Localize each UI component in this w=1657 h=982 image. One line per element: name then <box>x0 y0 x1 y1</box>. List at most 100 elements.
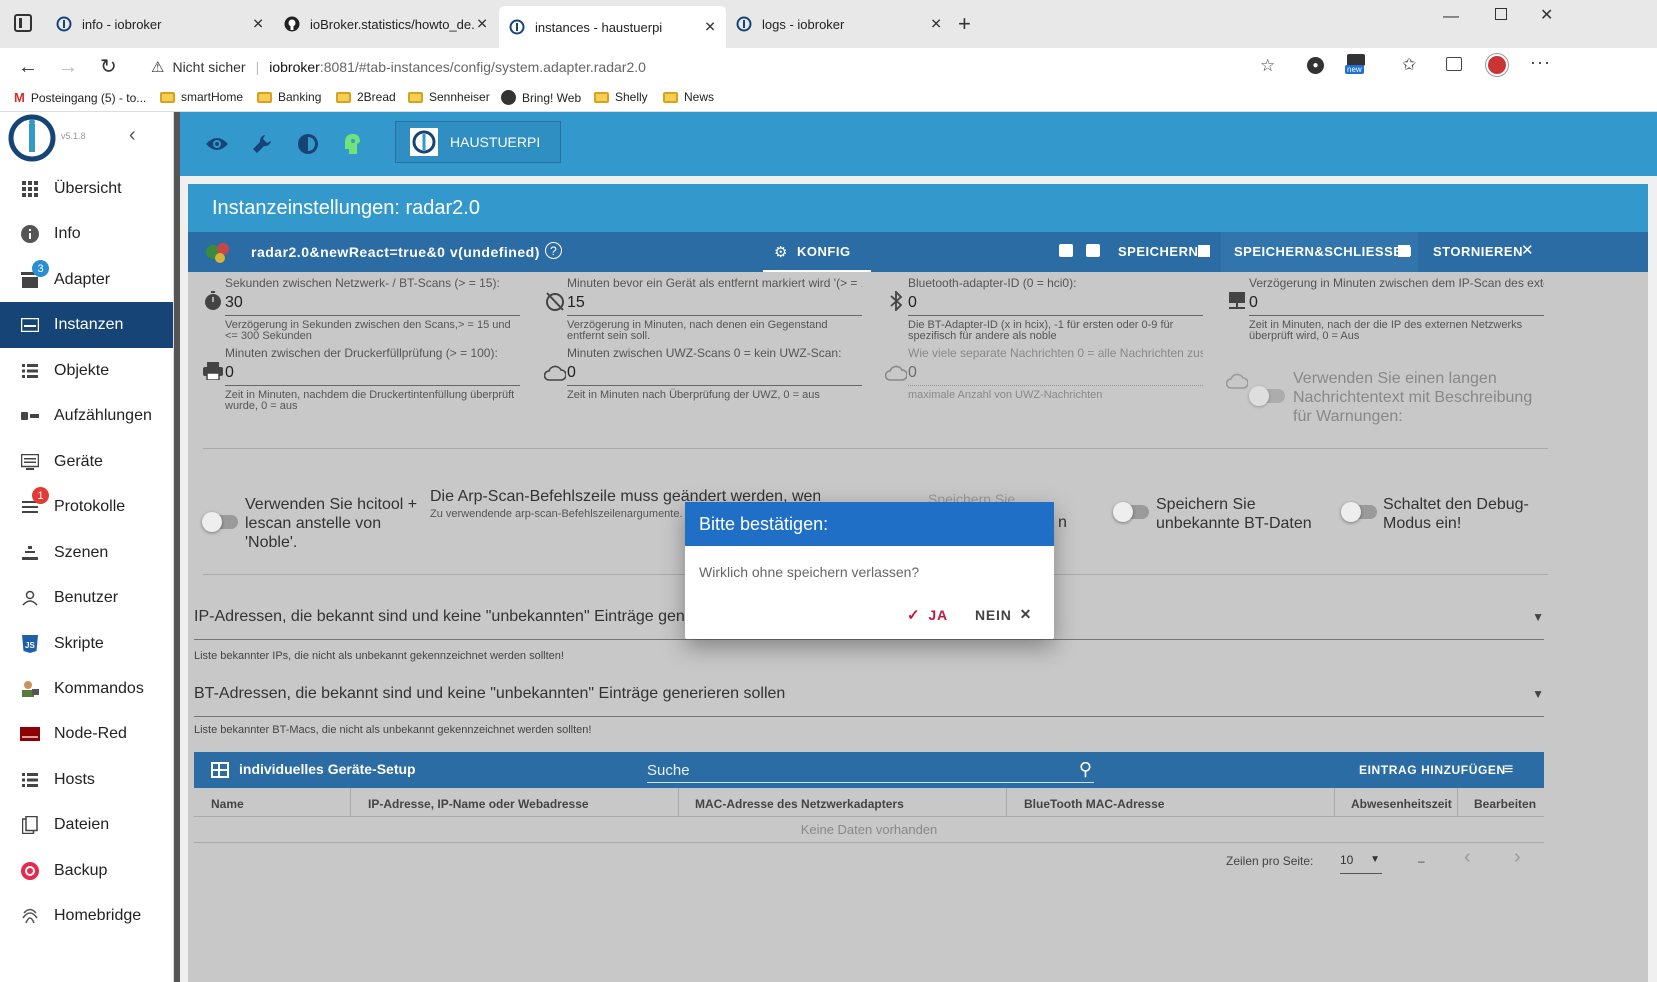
save-button[interactable]: SPEICHERN <box>1118 244 1198 259</box>
bookmark-sennheiser[interactable]: Sennheiser <box>408 90 490 104</box>
sidebar-item-commands[interactable]: Kommandos <box>0 665 173 713</box>
host-selector-button[interactable]: HAUSTUERPI <box>395 121 561 163</box>
sidebar-item-adapter[interactable]: 3 Adapter <box>0 256 173 304</box>
uwz-messages-field[interactable]: Wie viele separate Nachrichten 0 = alle … <box>908 346 1203 401</box>
export-icon[interactable] <box>1086 244 1100 257</box>
browser-tab-info[interactable]: info - iobroker ✕ <box>46 6 274 42</box>
cancel-button[interactable]: STORNIEREN <box>1433 244 1523 259</box>
sidebar-item-logs[interactable]: 1 Protokolle <box>0 483 173 531</box>
away-minutes-field[interactable]: Minuten bevor ein Gerät als entfernt mar… <box>567 276 862 342</box>
bookmark-bring[interactable]: Bring! Web <box>501 90 581 105</box>
url-field[interactable]: ⚠ Nicht sicher | iobroker:8081/#tab-inst… <box>137 52 1287 82</box>
sidebar-item-homebridge[interactable]: Homebridge <box>0 892 173 940</box>
confirm-no-button[interactable]: NEIN ✕ <box>975 606 1032 623</box>
new-tab-icon[interactable]: + <box>958 11 971 37</box>
hcitool-toggle[interactable] <box>202 512 238 532</box>
printer-interval-field[interactable]: Minuten zwischen der Druckerfüllprüfung … <box>225 346 520 412</box>
debug-label: Schaltet den Debug-Modus ein! <box>1383 496 1529 532</box>
sidebar-item-devices[interactable]: Geräte <box>0 438 173 486</box>
help-icon[interactable]: ? <box>545 242 562 259</box>
close-window-icon[interactable]: ✕ <box>1540 5 1553 25</box>
extension-new-icon[interactable]: new <box>1345 54 1367 76</box>
bookmark-2bread[interactable]: 2Bread <box>336 90 396 104</box>
playlist-add-icon: ≡ <box>1504 761 1514 778</box>
rows-per-page-label: Zeilen pro Seite: <box>1226 854 1314 868</box>
forward-icon[interactable]: → <box>58 56 78 79</box>
sidebar-item-backup[interactable]: Backup <box>0 847 173 895</box>
uwz-interval-field[interactable]: Minuten zwischen UWZ-Scans 0 = kein UWZ-… <box>567 346 862 401</box>
known-ip-hint: Liste bekannter IPs, die nicht als unbek… <box>194 650 564 662</box>
profile-avatar[interactable] <box>1486 54 1508 76</box>
confirm-yes-button[interactable]: ✓ JA <box>907 606 948 624</box>
favorite-add-icon[interactable]: ☆ <box>1260 56 1275 76</box>
import-icon[interactable] <box>1059 244 1073 257</box>
expert-mode-icon[interactable] <box>340 132 364 156</box>
bookmark-gmail[interactable]: M Posteingang (5) - to... <box>14 90 146 105</box>
cloud-icon-disabled <box>885 362 907 384</box>
tab-config[interactable]: KONFIG <box>797 244 851 259</box>
close-icon[interactable]: ✕ <box>1521 241 1534 259</box>
store-icon: 3 <box>20 260 49 290</box>
tab-actions-icon[interactable] <box>14 14 32 32</box>
tab-label: instances - haustuerpi <box>535 19 663 35</box>
sidebar-item-info[interactable]: Info <box>0 210 173 258</box>
maximize-icon[interactable] <box>1495 8 1507 20</box>
devices-icon <box>20 452 40 472</box>
tab-label: ioBroker.statistics/howto_de.md <box>310 16 475 32</box>
theme-icon[interactable] <box>296 132 320 156</box>
add-entry-button[interactable]: EINTRAG HINZUFÜGEN <box>1359 763 1506 777</box>
network-icon <box>1226 290 1248 312</box>
debug-toggle[interactable] <box>1341 502 1377 522</box>
more-icon[interactable]: ··· <box>1530 52 1551 73</box>
sidebar-item-users[interactable]: Benutzer <box>0 574 173 622</box>
sidebar-item-overview[interactable]: Übersicht <box>0 165 173 213</box>
collapse-sidebar-icon[interactable]: ‹ <box>129 124 136 147</box>
enum-icon <box>20 406 40 426</box>
folder-icon <box>336 91 351 103</box>
table-search-input[interactable]: Suche ⚲ <box>647 759 1094 783</box>
save-close-button[interactable]: SPEICHERN&SCHLIESSEN <box>1234 244 1412 259</box>
close-icon[interactable]: ✕ <box>252 16 264 33</box>
unknown-bt-toggle[interactable] <box>1113 502 1149 522</box>
external-ip-interval-field[interactable]: Verzögerung in Minuten zwischen dem IP-S… <box>1249 276 1544 342</box>
reload-icon[interactable]: ↻ <box>100 54 117 79</box>
favorites-icon[interactable]: ✩ <box>1402 55 1416 75</box>
wrench-icon[interactable] <box>250 132 274 156</box>
eye-icon[interactable] <box>205 132 229 156</box>
known-bt-list[interactable]: BT-Adressen, die bekannt sind und keine … <box>194 685 1544 717</box>
extension-icon[interactable]: ● <box>1307 57 1324 74</box>
long-text-toggle[interactable] <box>1249 386 1285 406</box>
table-empty-row: Keine Daten vorhanden <box>194 817 1544 843</box>
bookmark-smarthome[interactable]: smartHome <box>160 90 243 104</box>
bookmark-banking[interactable]: Banking <box>257 90 321 104</box>
instances-icon <box>20 315 40 335</box>
sidebar-item-enums[interactable]: Aufzählungen <box>0 392 173 440</box>
app-toolbar: HAUSTUERPI <box>180 112 1657 176</box>
cloud-icon <box>544 362 566 384</box>
sidebar-item-node-red[interactable]: Node-Red <box>0 710 173 758</box>
sidebar-item-instances[interactable]: Instanzen <box>0 302 173 348</box>
folder-icon <box>160 91 175 103</box>
info-icon <box>20 224 40 244</box>
sidebar-item-hosts[interactable]: Hosts <box>0 756 173 804</box>
back-icon[interactable]: ← <box>18 56 38 79</box>
bt-adapter-id-field[interactable]: Bluetooth-adapter-ID (0 = hci0): 0 Die B… <box>908 276 1203 342</box>
prev-page-icon[interactable]: ‹ <box>1464 846 1471 869</box>
sidebar-item-scripts[interactable]: JS Skripte <box>0 620 173 668</box>
browser-tab-instances[interactable]: instances - haustuerpi ✕ <box>499 6 726 48</box>
close-icon[interactable]: ✕ <box>930 16 942 33</box>
close-icon[interactable]: ✕ <box>704 19 716 36</box>
bookmark-news[interactable]: News <box>663 90 714 104</box>
sidebar-item-objects[interactable]: Objekte <box>0 347 173 395</box>
sidebar-item-scenes[interactable]: Szenen <box>0 529 173 577</box>
next-page-icon[interactable]: › <box>1514 846 1521 869</box>
bookmark-shelly[interactable]: Shelly <box>594 90 648 104</box>
minimize-icon[interactable]: — <box>1443 8 1459 26</box>
scan-interval-field[interactable]: Sekunden zwischen Netzwerk- / BT-Scans (… <box>225 276 520 342</box>
sidebar-item-files[interactable]: Dateien <box>0 801 173 849</box>
browser-tab-logs[interactable]: logs - iobroker ✕ <box>726 6 952 42</box>
browser-tab-github[interactable]: ioBroker.statistics/howto_de.md ✕ <box>274 6 498 42</box>
close-icon[interactable]: ✕ <box>476 16 488 33</box>
collections-icon[interactable] <box>1446 57 1462 71</box>
rows-per-page-select[interactable]: 10 ▼ <box>1340 848 1382 874</box>
